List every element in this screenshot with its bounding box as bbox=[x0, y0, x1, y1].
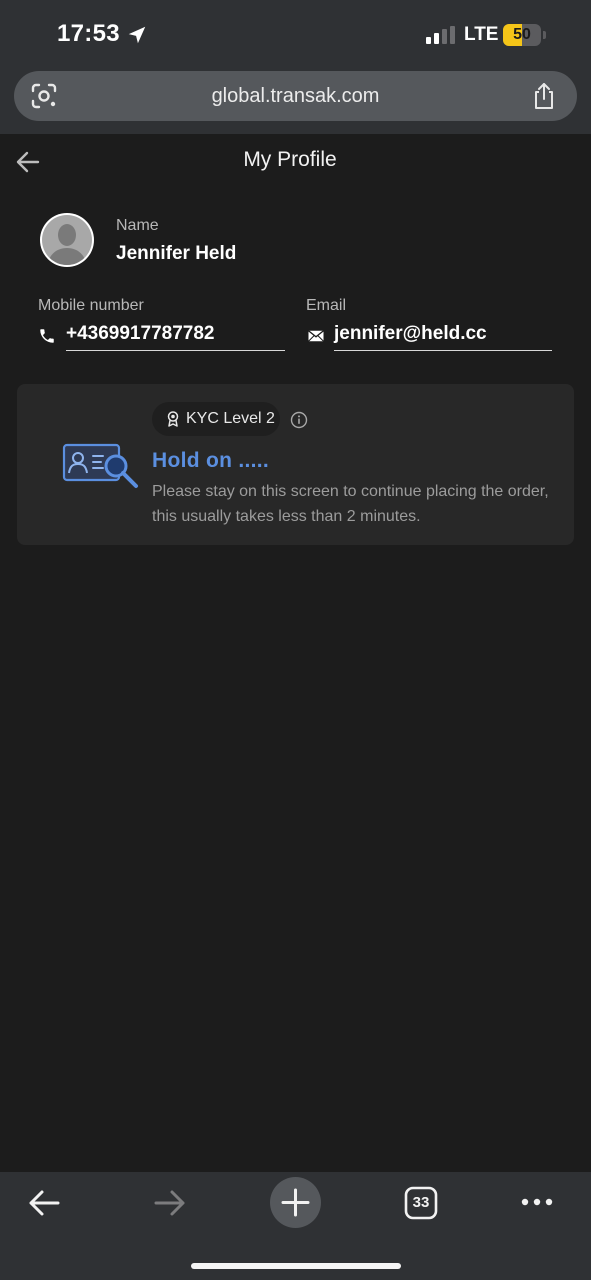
more-dots-icon[interactable] bbox=[520, 1195, 554, 1209]
browser-toolbar: 33 bbox=[0, 1172, 591, 1280]
tab-count: 33 bbox=[412, 1194, 430, 1211]
mobile-value: +4369917787782 bbox=[66, 323, 215, 344]
signal-strength-icon bbox=[426, 26, 455, 44]
location-arrow-icon bbox=[128, 26, 146, 44]
screen: 17:53 LTE 50 global.transak.com My Profi… bbox=[0, 0, 591, 1280]
plus-icon[interactable] bbox=[270, 1177, 321, 1228]
share-icon[interactable] bbox=[531, 82, 557, 110]
battery-body: 50 bbox=[503, 24, 541, 46]
phone-icon bbox=[40, 329, 54, 343]
mobile-label: Mobile number bbox=[38, 297, 144, 314]
user-avatar-icon bbox=[40, 213, 94, 267]
url-bar[interactable]: global.transak.com bbox=[14, 71, 577, 121]
award-badge-icon bbox=[167, 411, 179, 427]
home-indicator[interactable] bbox=[191, 1263, 401, 1269]
name-label: Name bbox=[116, 217, 159, 234]
browser-chrome: 17:53 LTE 50 global.transak.com bbox=[0, 0, 591, 134]
page-title: My Profile bbox=[243, 148, 337, 171]
email-label: Email bbox=[306, 297, 347, 314]
kyc-status-description: Please stay on this screen to continue p… bbox=[152, 483, 549, 525]
kyc-status-card: KYC Level 2 Hold on ..... Please stay on… bbox=[17, 384, 574, 545]
mobile-underline bbox=[66, 350, 285, 351]
back-arrow-icon[interactable] bbox=[26, 1188, 62, 1218]
battery-percent: 50 bbox=[513, 26, 531, 43]
info-icon[interactable] bbox=[290, 411, 308, 429]
network-type: LTE bbox=[464, 24, 499, 45]
battery-indicator: 50 bbox=[503, 24, 546, 46]
id-card-search-icon bbox=[62, 443, 138, 488]
tab-switcher-button[interactable]: 33 bbox=[404, 1186, 438, 1220]
status-bar: 17:53 LTE 50 bbox=[0, 0, 591, 70]
kyc-level-text: KYC Level 2 bbox=[186, 410, 275, 427]
forward-arrow-icon[interactable] bbox=[152, 1188, 188, 1218]
battery-tip bbox=[543, 31, 546, 39]
mail-icon bbox=[308, 330, 324, 342]
email-underline bbox=[334, 350, 552, 351]
kyc-level-badge: KYC Level 2 bbox=[152, 402, 280, 436]
status-time: 17:53 bbox=[57, 20, 120, 47]
name-value: Jennifer Held bbox=[116, 243, 237, 264]
url-text[interactable]: global.transak.com bbox=[14, 71, 577, 121]
email-value: jennifer@held.cc bbox=[334, 323, 487, 344]
kyc-status-title: Hold on ..... bbox=[152, 449, 270, 472]
